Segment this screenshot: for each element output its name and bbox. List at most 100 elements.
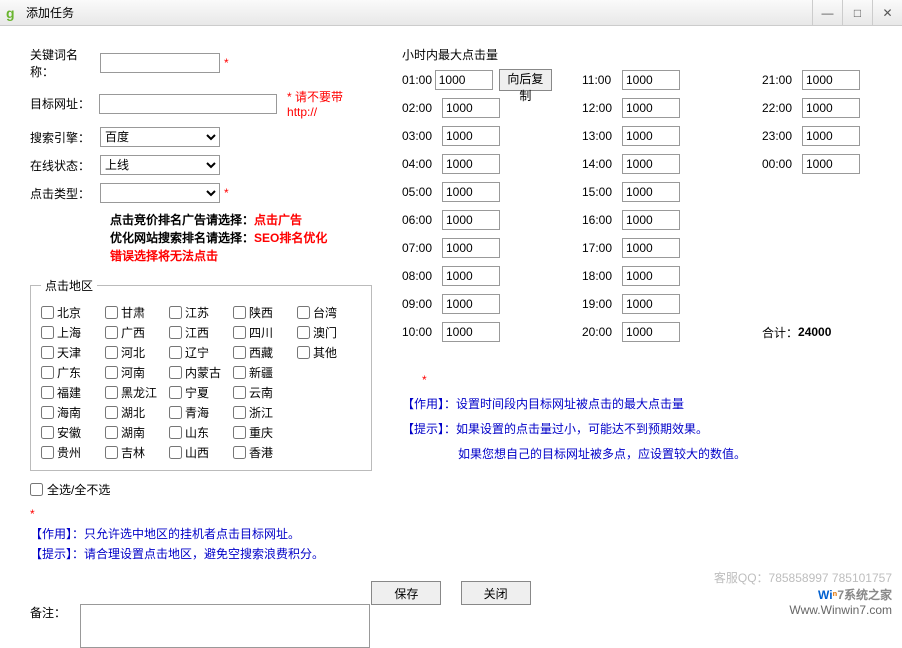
province-checkbox[interactable] [169, 326, 182, 339]
remark-label: 备注： [30, 604, 80, 621]
province-label: 香港 [249, 444, 273, 461]
hour-input[interactable] [622, 98, 680, 118]
url-label: 目标网址： [30, 95, 99, 112]
hour-input[interactable] [442, 126, 500, 146]
hours-title: 小时内最大点击量 [402, 46, 902, 63]
save-button[interactable]: 保存 [371, 581, 441, 605]
hours-note1-text: 设置时间段内目标网址被点击的最大点击量 [456, 397, 684, 411]
hour-input[interactable] [435, 70, 493, 90]
province-label: 江西 [185, 324, 209, 341]
province-checkbox[interactable] [169, 446, 182, 459]
hour-input[interactable] [442, 266, 500, 286]
province-checkbox[interactable] [233, 306, 246, 319]
province-checkbox[interactable] [169, 366, 182, 379]
hour-label: 20:00 [582, 325, 622, 339]
province-label: 海南 [57, 404, 81, 421]
province-checkbox[interactable] [297, 346, 310, 359]
province-checkbox[interactable] [105, 426, 118, 439]
province-checkbox[interactable] [169, 386, 182, 399]
hour-label: 16:00 [582, 213, 622, 227]
close-window-button[interactable]: ✕ [872, 0, 902, 25]
province-checkbox[interactable] [41, 386, 54, 399]
province-checkbox[interactable] [41, 426, 54, 439]
select-all-checkbox[interactable] [30, 483, 43, 496]
minimize-button[interactable]: — [812, 0, 842, 25]
province-checkbox[interactable] [169, 426, 182, 439]
province-checkbox[interactable] [105, 386, 118, 399]
url-input[interactable] [99, 94, 277, 114]
province-checkbox[interactable] [169, 406, 182, 419]
province-checkbox[interactable] [297, 306, 310, 319]
hour-input[interactable] [442, 210, 500, 230]
engine-select[interactable]: 百度 [100, 127, 220, 147]
province-checkbox[interactable] [41, 306, 54, 319]
status-select[interactable]: 上线 [100, 155, 220, 175]
hour-label: 10:00 [402, 325, 442, 339]
clicktype-select[interactable] [100, 183, 220, 203]
province-checkbox[interactable] [169, 346, 182, 359]
hour-input[interactable] [622, 70, 680, 90]
hour-input[interactable] [442, 154, 500, 174]
province-checkbox[interactable] [105, 366, 118, 379]
hour-input[interactable] [622, 182, 680, 202]
province-checkbox[interactable] [105, 346, 118, 359]
copy-forward-button[interactable]: 向后复制 [499, 69, 552, 91]
maximize-button[interactable]: □ [842, 0, 872, 25]
province-checkbox[interactable] [105, 306, 118, 319]
required-star: * [224, 56, 229, 70]
hour-input[interactable] [622, 154, 680, 174]
province-label: 新疆 [249, 364, 273, 381]
hour-input[interactable] [622, 126, 680, 146]
hour-input[interactable] [622, 210, 680, 230]
region-note1-text: 只允许选中地区的挂机者点击目标网址。 [84, 527, 300, 541]
province-checkbox[interactable] [41, 346, 54, 359]
keyword-input[interactable] [100, 53, 220, 73]
province-checkbox[interactable] [41, 406, 54, 419]
province-label: 河北 [121, 344, 145, 361]
province-label: 陕西 [249, 304, 273, 321]
province-checkbox[interactable] [233, 326, 246, 339]
province-checkbox[interactable] [105, 446, 118, 459]
hour-input[interactable] [802, 70, 860, 90]
province-checkbox[interactable] [41, 446, 54, 459]
province-checkbox[interactable] [233, 346, 246, 359]
close-button[interactable]: 关闭 [461, 581, 531, 605]
hour-input[interactable] [442, 182, 500, 202]
province-checkbox[interactable] [41, 326, 54, 339]
province-label: 贵州 [57, 444, 81, 461]
province-label: 广西 [121, 324, 145, 341]
province-checkbox[interactable] [105, 326, 118, 339]
province-label: 福建 [57, 384, 81, 401]
hour-label: 08:00 [402, 269, 442, 283]
select-all-label: 全选/全不选 [47, 481, 110, 498]
remark-textarea[interactable] [80, 604, 370, 648]
province-checkbox[interactable] [41, 366, 54, 379]
hour-input[interactable] [802, 126, 860, 146]
province-checkbox[interactable] [233, 406, 246, 419]
advice-block: 点击竞价排名广告请选择：点击广告 优化网站搜索排名请选择：SEO排名优化 错误选… [110, 211, 372, 265]
hour-input[interactable] [442, 238, 500, 258]
hour-input[interactable] [622, 294, 680, 314]
keyword-label: 关键词名称： [30, 46, 100, 80]
province-checkbox[interactable] [233, 366, 246, 379]
hour-input[interactable] [802, 98, 860, 118]
total-value: 24000 [798, 325, 831, 339]
province-checkbox[interactable] [105, 406, 118, 419]
hour-label: 11:00 [582, 73, 622, 87]
hour-input[interactable] [442, 98, 500, 118]
hour-input[interactable] [622, 266, 680, 286]
hours-note2-label: 【提示】： [402, 422, 456, 436]
province-checkbox[interactable] [297, 326, 310, 339]
hour-input[interactable] [622, 238, 680, 258]
province-checkbox[interactable] [233, 426, 246, 439]
hour-input[interactable] [442, 322, 500, 342]
province-label: 安徽 [57, 424, 81, 441]
province-checkbox[interactable] [233, 386, 246, 399]
hour-input[interactable] [802, 154, 860, 174]
total-label: 合计： [762, 324, 798, 341]
hour-input[interactable] [622, 322, 680, 342]
province-checkbox[interactable] [233, 446, 246, 459]
hours-star: * [422, 373, 902, 387]
province-checkbox[interactable] [169, 306, 182, 319]
hour-input[interactable] [442, 294, 500, 314]
